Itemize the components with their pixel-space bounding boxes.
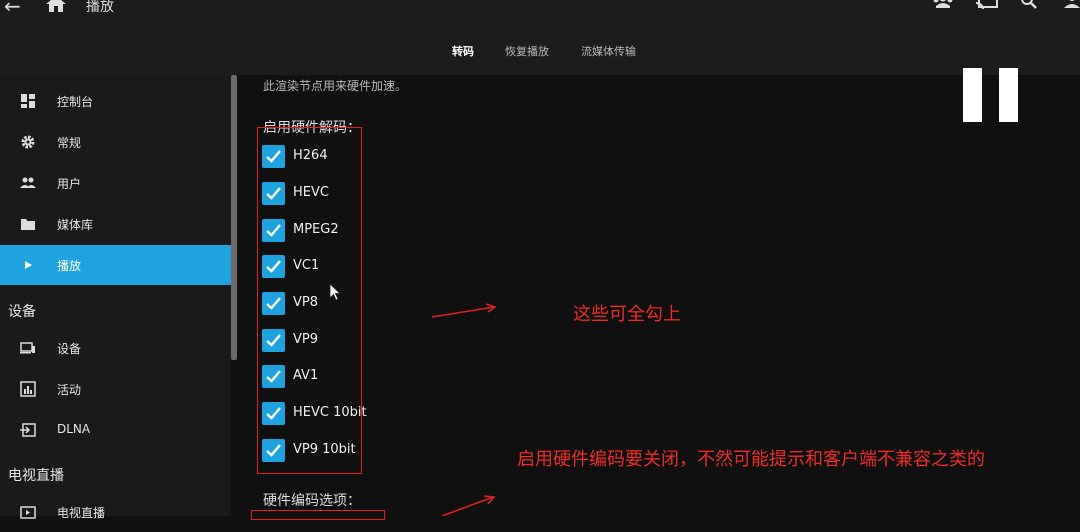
pause-bar-right <box>999 68 1018 122</box>
annotation-note-2: 启用硬件编码要关闭，不然可能提示和客户端不兼容之类的 <box>517 449 985 470</box>
pause-bar-left <box>963 68 982 122</box>
annotation-arrow <box>441 496 494 516</box>
annotation-note-1: 这些可全勾上 <box>573 304 681 325</box>
annotation-arrows <box>431 303 497 516</box>
mouse-cursor-icon <box>329 283 342 301</box>
annotation-arrow <box>431 306 495 318</box>
